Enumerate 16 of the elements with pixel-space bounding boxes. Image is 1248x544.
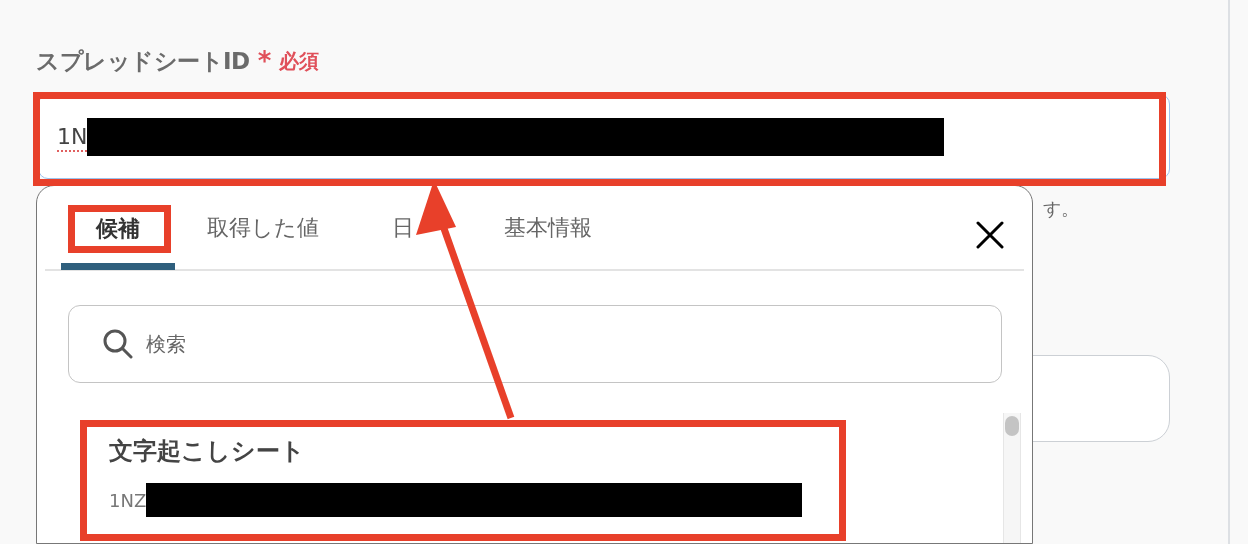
search-icon bbox=[103, 329, 133, 359]
required-label: 必須 bbox=[279, 47, 320, 75]
list-item[interactable]: 文字起こしシート 1NZ bbox=[81, 413, 846, 531]
tab[interactable]: 基本情報 bbox=[504, 212, 592, 243]
tab[interactable]: 候補 bbox=[61, 186, 175, 270]
search-field[interactable]: 検索 bbox=[68, 305, 1002, 383]
tab[interactable]: 日 bbox=[392, 212, 414, 243]
tab[interactable]: 取得した値 bbox=[207, 212, 319, 243]
hint-text: す。 bbox=[1043, 197, 1079, 221]
item-title: 文字起こしシート bbox=[109, 436, 306, 467]
field-label: スプレッドシートID bbox=[36, 46, 250, 76]
scrollbar-thumb[interactable] bbox=[1005, 416, 1019, 436]
scrollbar[interactable] bbox=[1003, 413, 1021, 543]
required-mark: * bbox=[257, 46, 272, 76]
close-icon[interactable] bbox=[976, 221, 1004, 249]
item-subtitle: 1NZ bbox=[109, 489, 147, 511]
